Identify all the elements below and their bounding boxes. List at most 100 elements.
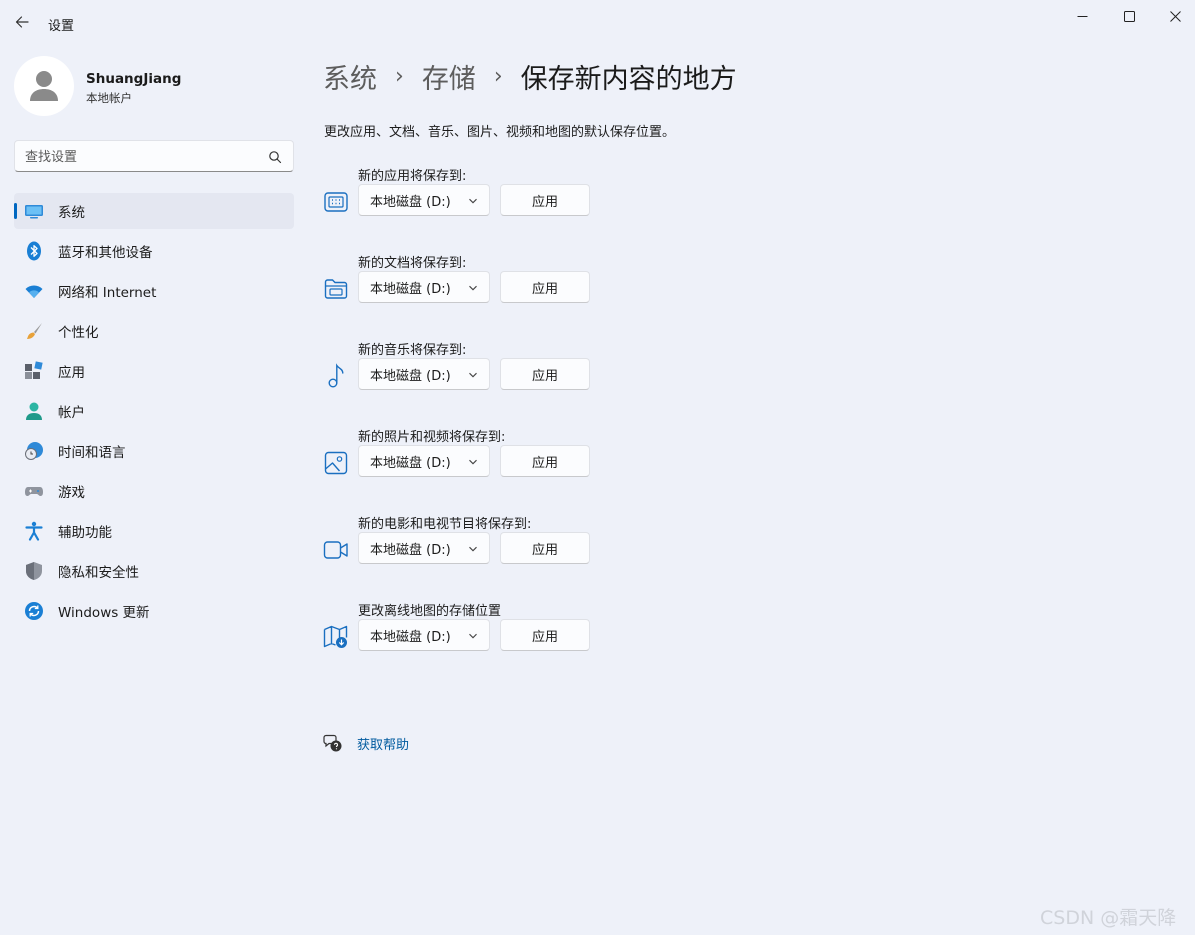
setting-label: 新的音乐将保存到: [358, 343, 467, 358]
dropdown-value: 本地磁盘 (D:) [370, 542, 451, 558]
sidebar-item-network[interactable]: 网络和 Internet [14, 273, 294, 309]
close-icon [1169, 10, 1181, 22]
music-note-icon [323, 363, 349, 389]
gamepad-icon [24, 481, 44, 501]
breadcrumb-separator: › [493, 63, 503, 89]
sidebar-item-label: 应用 [58, 365, 85, 381]
apply-button-movies[interactable]: 应用 [500, 532, 590, 564]
search-icon[interactable] [267, 149, 283, 165]
sidebar-item-label: 个性化 [58, 325, 99, 341]
sidebar-item-label: 时间和语言 [58, 445, 126, 461]
search-box [14, 140, 294, 172]
sidebar-item-label: Windows 更新 [58, 605, 150, 621]
setting-new-music: 新的音乐将保存到: 本地磁盘 (D:) 应用 [323, 339, 623, 409]
chevron-down-icon [469, 372, 477, 378]
setting-new-apps: 新的应用将保存到: 本地磁盘 (D:) 应用 [323, 165, 623, 235]
app-icon [323, 189, 349, 215]
sidebar-item-label: 辅助功能 [58, 525, 112, 541]
app-title: 设置 [48, 19, 75, 34]
chevron-down-icon [469, 285, 477, 291]
get-help[interactable]: 获取帮助 [323, 732, 409, 754]
setting-new-movies-tv: 新的电影和电视节目将保存到: 本地磁盘 (D:) 应用 [323, 513, 623, 583]
setting-label: 新的文档将保存到: [358, 256, 467, 271]
sidebar-item-system[interactable]: 系统 [14, 193, 294, 229]
title-bar: 设置 [0, 0, 1195, 46]
back-button[interactable] [8, 8, 36, 36]
video-camera-icon [323, 537, 349, 563]
minimize-icon [1077, 15, 1087, 17]
account-type: 本地帐户 [86, 91, 132, 105]
apply-button-apps[interactable]: 应用 [500, 184, 590, 216]
map-download-icon [323, 624, 349, 650]
setting-label: 新的照片和视频将保存到: [358, 430, 506, 445]
sidebar-item-bluetooth[interactable]: 蓝牙和其他设备 [14, 233, 294, 269]
photo-icon [323, 450, 349, 476]
folder-icon [323, 276, 349, 302]
page-description: 更改应用、文档、音乐、图片、视频和地图的默认保存位置。 [324, 125, 676, 140]
breadcrumb-separator: › [395, 63, 404, 89]
sidebar-item-accessibility[interactable]: 辅助功能 [14, 513, 294, 549]
wifi-icon [24, 281, 44, 301]
setting-new-photos-videos: 新的照片和视频将保存到: 本地磁盘 (D:) 应用 [323, 426, 623, 496]
chevron-down-icon [469, 198, 477, 204]
breadcrumb: 系统 › 存储 › 保存新内容的地方 [323, 56, 737, 96]
account-icon [24, 401, 44, 421]
user-profile[interactable]: ShuangJiang 本地帐户 [14, 56, 294, 116]
sidebar-item-windows-update[interactable]: Windows 更新 [14, 593, 294, 629]
drive-dropdown-documents[interactable]: 本地磁盘 (D:) [358, 271, 490, 303]
setting-label: 新的电影和电视节目将保存到: [358, 517, 532, 532]
accessibility-icon [24, 521, 44, 541]
chevron-down-icon [469, 459, 477, 465]
sidebar-item-label: 隐私和安全性 [58, 565, 139, 581]
breadcrumb-item-system[interactable]: 系统 [323, 57, 377, 96]
drive-dropdown-photos[interactable]: 本地磁盘 (D:) [358, 445, 490, 477]
drive-dropdown-apps[interactable]: 本地磁盘 (D:) [358, 184, 490, 216]
globe-clock-icon [24, 441, 44, 461]
apps-icon [24, 361, 44, 381]
update-icon [24, 601, 44, 621]
dropdown-value: 本地磁盘 (D:) [370, 281, 451, 297]
maximize-icon [1123, 10, 1135, 22]
shield-icon [24, 561, 44, 581]
apply-button-music[interactable]: 应用 [500, 358, 590, 390]
minimize-button[interactable] [1059, 0, 1105, 32]
setting-label: 更改离线地图的存储位置 [358, 604, 502, 619]
drive-dropdown-movies[interactable]: 本地磁盘 (D:) [358, 532, 490, 564]
drive-dropdown-maps[interactable]: 本地磁盘 (D:) [358, 619, 490, 651]
page-title: 保存新内容的地方 [520, 63, 737, 95]
sidebar-item-personalization[interactable]: 个性化 [14, 313, 294, 349]
dropdown-value: 本地磁盘 (D:) [370, 368, 451, 384]
dropdown-value: 本地磁盘 (D:) [370, 455, 451, 471]
apply-button-maps[interactable]: 应用 [500, 619, 590, 651]
watermark: CSDN @霜天降 [1040, 907, 1177, 929]
drive-dropdown-music[interactable]: 本地磁盘 (D:) [358, 358, 490, 390]
breadcrumb-item-storage[interactable]: 存储 [422, 57, 476, 96]
back-arrow-icon [15, 16, 29, 28]
help-chat-icon [323, 733, 343, 753]
sidebar-item-accounts[interactable]: 帐户 [14, 393, 294, 429]
sidebar-item-label: 帐户 [58, 405, 85, 421]
setting-offline-maps: 更改离线地图的存储位置 本地磁盘 (D:) 应用 [323, 600, 623, 670]
sidebar-item-gaming[interactable]: 游戏 [14, 473, 294, 509]
sidebar-item-apps[interactable]: 应用 [14, 353, 294, 389]
setting-new-documents: 新的文档将保存到: 本地磁盘 (D:) 应用 [323, 252, 623, 322]
search-input[interactable] [25, 147, 255, 167]
sidebar-item-label: 蓝牙和其他设备 [58, 245, 153, 261]
sidebar-nav: 系统 蓝牙和其他设备 网络和 Internet 个性化 应用 帐户 时间和语言 … [14, 193, 294, 633]
apply-button-documents[interactable]: 应用 [500, 271, 590, 303]
close-button[interactable] [1152, 0, 1195, 32]
sidebar-item-label: 游戏 [58, 485, 85, 501]
profile-name: ShuangJiang [86, 71, 182, 87]
sidebar-item-label: 网络和 Internet [58, 285, 157, 301]
sidebar-item-privacy[interactable]: 隐私和安全性 [14, 553, 294, 589]
chevron-down-icon [469, 633, 477, 639]
sidebar-item-time-language[interactable]: 时间和语言 [14, 433, 294, 469]
apply-button-photos[interactable]: 应用 [500, 445, 590, 477]
active-indicator [14, 203, 17, 219]
sidebar-item-label: 系统 [58, 205, 85, 221]
setting-label: 新的应用将保存到: [358, 169, 467, 184]
paintbrush-icon [24, 321, 44, 341]
system-display-icon [24, 201, 44, 221]
get-help-link[interactable]: 获取帮助 [357, 734, 409, 753]
maximize-button[interactable] [1106, 0, 1152, 32]
